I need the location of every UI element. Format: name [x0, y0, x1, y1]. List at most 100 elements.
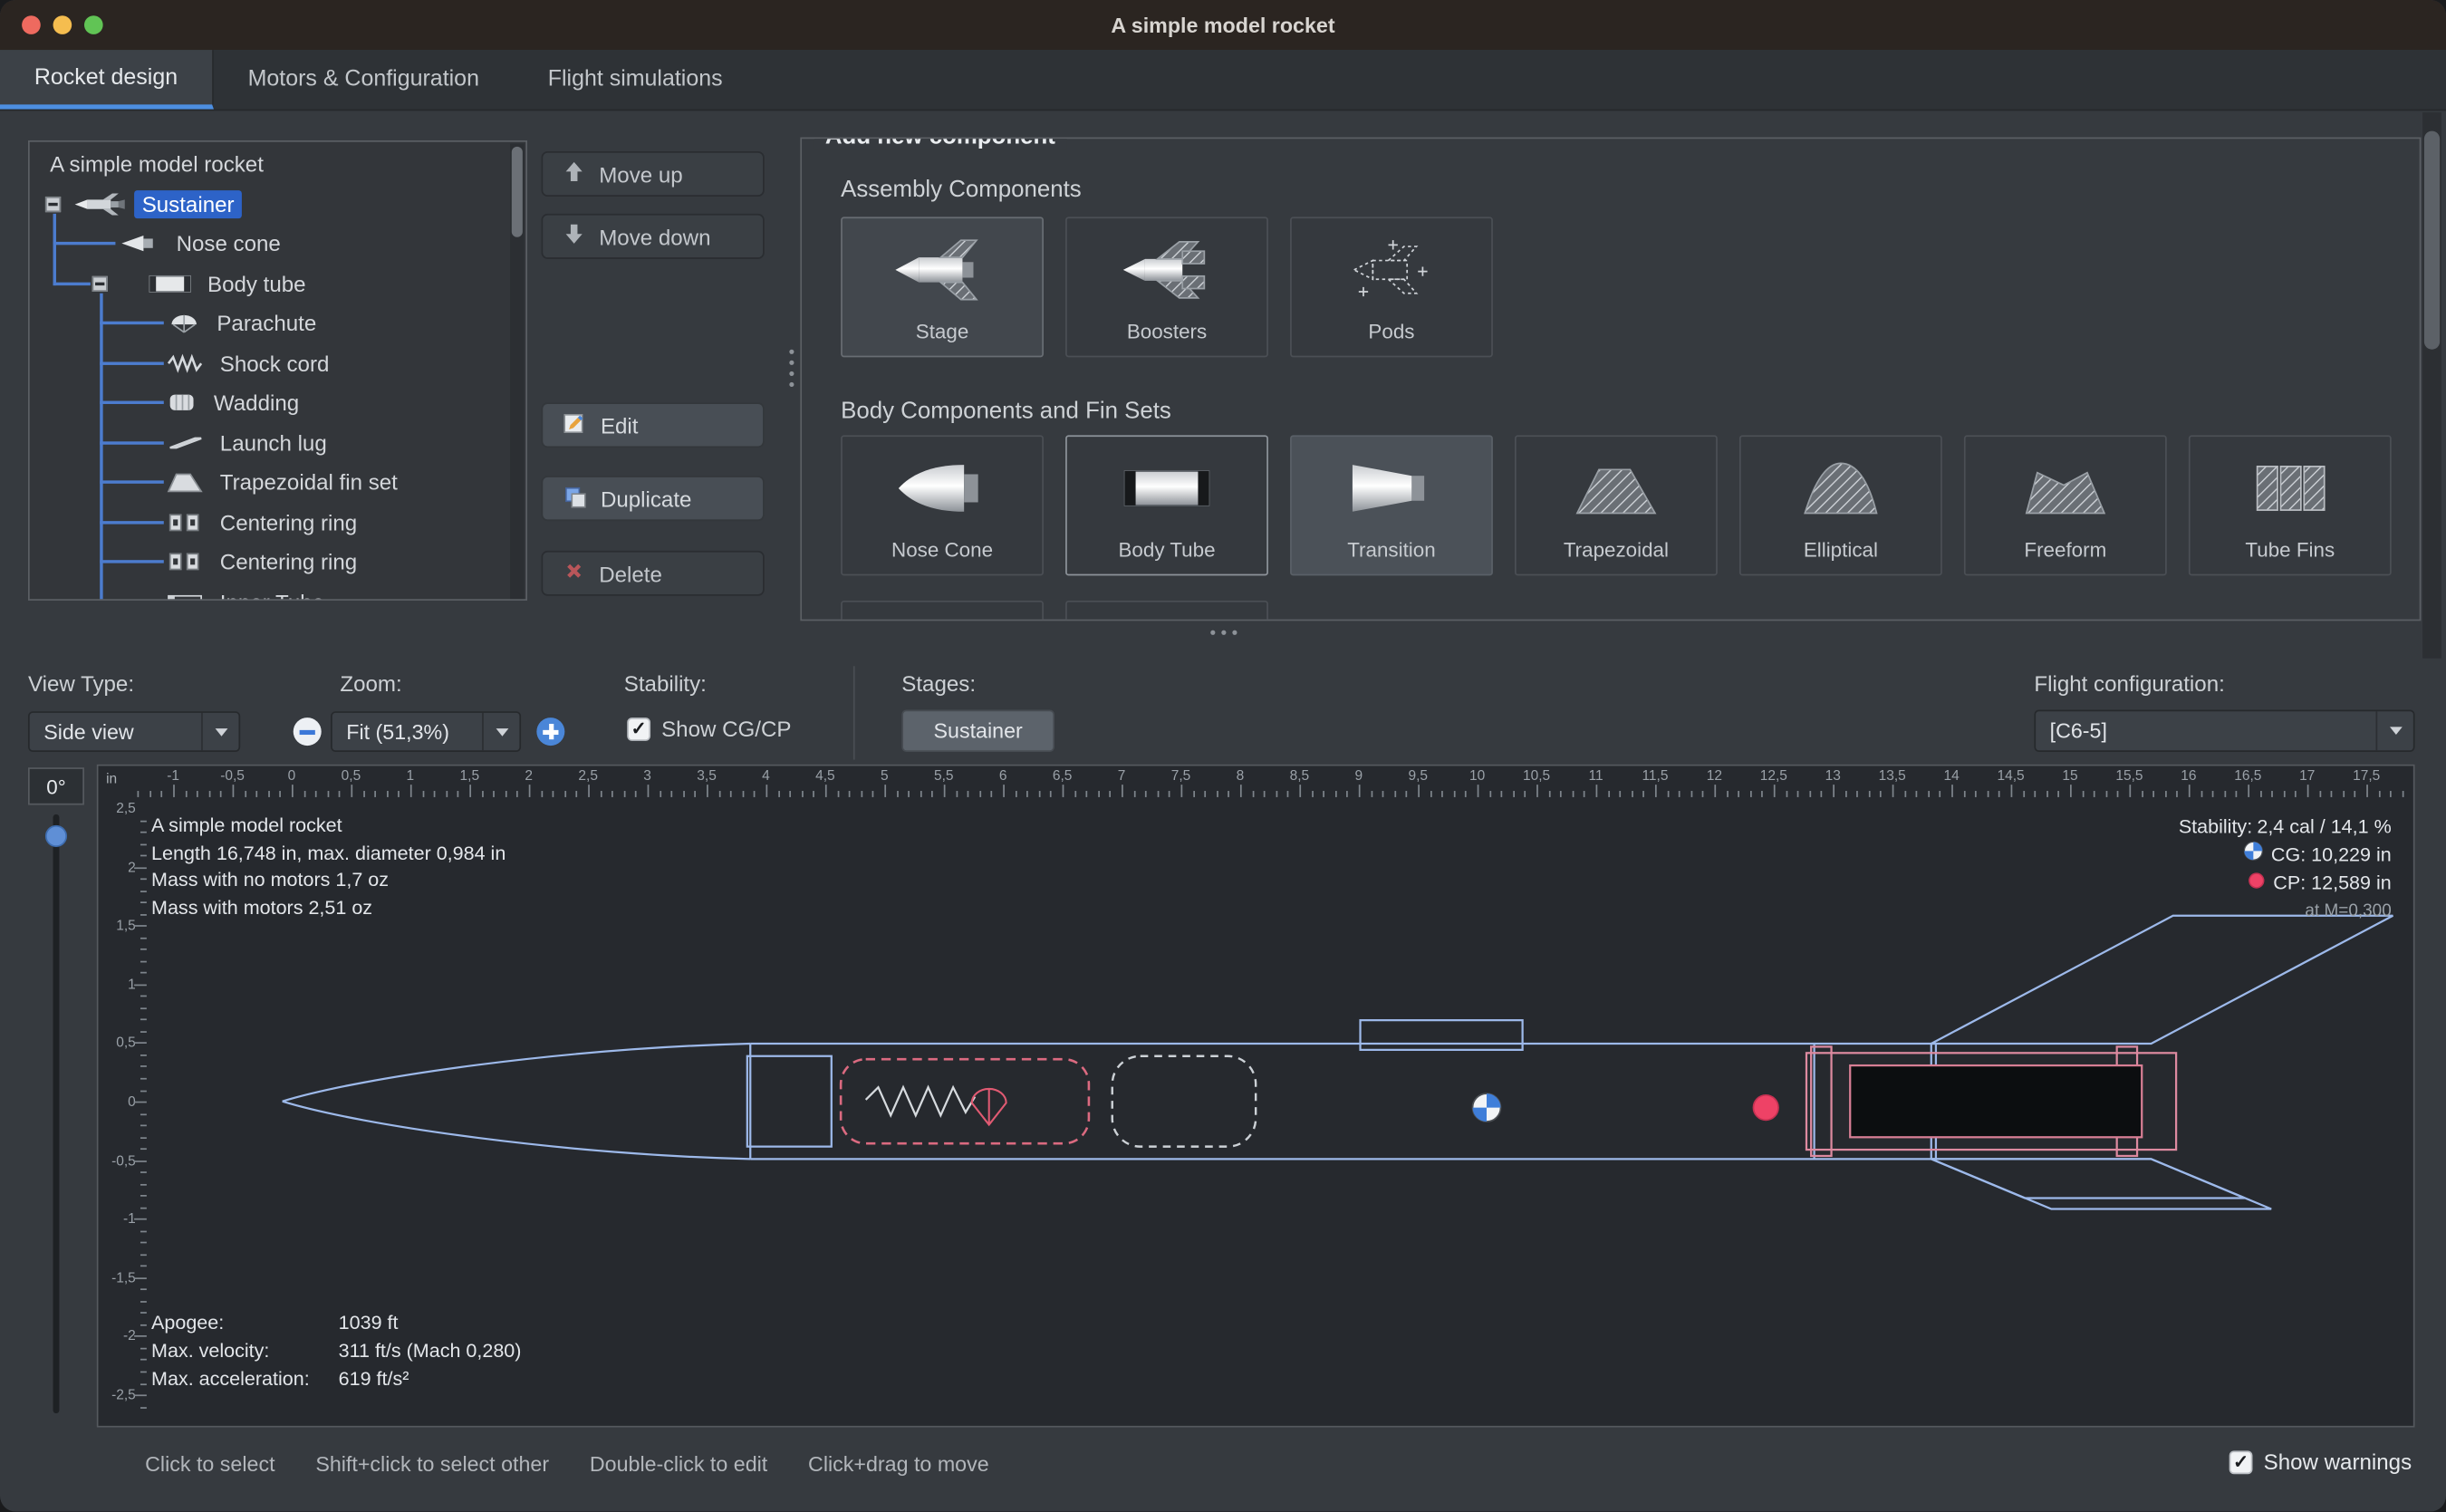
edit-button[interactable]: Edit: [542, 402, 765, 448]
tree-item-wadding[interactable]: Wadding: [30, 384, 527, 421]
delete-button[interactable]: Delete: [542, 551, 765, 596]
wadding-icon: [167, 391, 197, 413]
arrow-up-icon: [563, 160, 585, 187]
tree-item-label: Inner Tube: [212, 588, 332, 601]
apogee-label: Apogee:: [151, 1309, 339, 1337]
tree-item-label: Centering ring: [212, 547, 365, 575]
tree-item-parachute[interactable]: Parachute: [30, 304, 527, 342]
tree-item-centering-ring-1[interactable]: Centering ring: [30, 504, 527, 541]
boosters-label: Boosters: [1127, 320, 1207, 343]
inner-tube-icon: [167, 592, 204, 601]
acceleration-label: Max. acceleration:: [151, 1365, 339, 1393]
add-transition-button[interactable]: Transition: [1290, 435, 1493, 575]
tree-scrollbar[interactable]: [510, 143, 524, 599]
shock-cord-line: [866, 1087, 976, 1115]
trapezoidal-label: Trapezoidal: [1564, 538, 1669, 562]
close-window-button[interactable]: [22, 15, 41, 34]
minimize-window-button[interactable]: [53, 15, 72, 34]
add-nose-cone-button[interactable]: Nose Cone: [841, 435, 1044, 575]
rocket-length: Length 16,748 in, max. diameter 0,984 in: [151, 840, 506, 867]
add-elliptical-fin-button[interactable]: Elliptical: [1739, 435, 1942, 575]
tree-item-label: Centering ring: [212, 508, 365, 536]
add-tube-fins-button[interactable]: Tube Fins: [2189, 435, 2392, 575]
tree-item-sustainer[interactable]: Sustainer: [30, 186, 527, 223]
tree-item-shock-cord[interactable]: Shock cord: [30, 345, 527, 382]
tab-rocket-design[interactable]: Rocket design: [0, 50, 214, 109]
tree-scrollbar-thumb[interactable]: [512, 147, 523, 237]
tab-motors-configuration[interactable]: Motors & Configuration: [214, 50, 514, 109]
titlebar: A simple model rocket: [0, 0, 2446, 50]
tree-item-inner-tube[interactable]: Inner Tube: [30, 583, 527, 601]
pane-scrollbar-thumb[interactable]: [2424, 131, 2440, 350]
hint-double-click: Double-click to edit: [590, 1452, 767, 1476]
cg-value: CG: 10,229 in: [2271, 841, 2392, 869]
bottom-fin-outline-2: [1931, 1159, 2245, 1198]
tree-item-launch-lug[interactable]: Launch lug: [30, 424, 527, 461]
show-warnings-checkbox[interactable]: ✓: [2229, 1450, 2253, 1474]
pane-scrollbar[interactable]: [2422, 112, 2441, 659]
rotation-slider-thumb[interactable]: [45, 825, 67, 847]
nose-shoulder-outline: [747, 1056, 832, 1147]
stage-toggle-sustainer[interactable]: Sustainer: [901, 709, 1054, 751]
move-down-button[interactable]: Move down: [542, 214, 765, 259]
tree-item-root[interactable]: A simple model rocket: [30, 145, 510, 182]
add-trapezoidal-fin-button[interactable]: Trapezoidal: [1515, 435, 1718, 575]
assembly-components-label: Assembly Components: [841, 177, 1082, 203]
flight-stats-overlay: Apogee:1039 ft Max. velocity:311 ft/s (M…: [151, 1309, 521, 1393]
stability-value: 2,4 cal / 14,1 %: [2257, 813, 2391, 841]
rocket-icon: [73, 194, 127, 216]
delete-x-icon: [563, 560, 585, 586]
flight-configuration-dropdown[interactable]: [C6-5]: [2034, 709, 2414, 751]
add-component-panel: Add new component Assembly Components St…: [800, 138, 2421, 621]
transition-label: Transition: [1347, 538, 1435, 562]
add-body-tube-button[interactable]: Body Tube: [1065, 435, 1268, 575]
zoom-dropdown[interactable]: Fit (51,3%): [331, 711, 521, 752]
show-cg-cp-checkbox[interactable]: ✓: [627, 717, 650, 740]
add-stage-button[interactable]: Stage: [841, 217, 1044, 357]
rocket-design-canvas[interactable]: in -1-0,500,511,522,533,544,555,566,577,…: [97, 765, 2415, 1428]
chevron-down-icon: [201, 713, 238, 750]
tree-item-trapezoidal-fin-set[interactable]: Trapezoidal fin set: [30, 463, 527, 500]
view-type-dropdown[interactable]: Side view: [28, 711, 240, 752]
tree-item-label: Launch lug: [212, 429, 334, 457]
tree-item-centering-ring-2[interactable]: Centering ring: [30, 543, 527, 580]
nose-cone-label: Nose Cone: [891, 538, 993, 562]
clipped-component-button[interactable]: [1065, 601, 1268, 621]
tree-item-nose-cone[interactable]: Nose cone: [30, 225, 527, 262]
add-freeform-fin-button[interactable]: Freeform: [1964, 435, 2167, 575]
splitter-handle-horizontal[interactable]: [1210, 631, 1237, 635]
splitter-handle-vertical[interactable]: [789, 350, 794, 387]
add-pods-button[interactable]: Pods: [1290, 217, 1493, 357]
duplicate-button[interactable]: Duplicate: [542, 476, 765, 521]
body-components-label: Body Components and Fin Sets: [841, 398, 1171, 424]
rotation-slider-track[interactable]: [53, 814, 60, 1413]
tree-item-label: Body tube: [199, 270, 313, 298]
zoom-in-button[interactable]: [534, 715, 568, 749]
parachute-outline: [841, 1059, 1089, 1143]
move-up-label: Move up: [599, 161, 682, 187]
tab-flight-simulations[interactable]: Flight simulations: [514, 50, 757, 109]
rocket-mass-empty: Mass with no motors 1,7 oz: [151, 867, 506, 894]
show-cg-cp-label: Show CG/CP: [661, 716, 791, 741]
bottom-fin-outline: [1931, 1159, 2271, 1209]
velocity-label: Max. velocity:: [151, 1337, 339, 1365]
zoom-label: Zoom:: [340, 670, 401, 696]
pods-icon: [1342, 218, 1441, 320]
add-boosters-button[interactable]: Boosters: [1065, 217, 1268, 357]
clipped-component-button[interactable]: [841, 601, 1044, 621]
zoom-out-button[interactable]: [290, 715, 324, 749]
apogee-value: 1039 ft: [339, 1312, 399, 1334]
top-fin-outline: [1931, 916, 2393, 1044]
parachute-icon: [167, 312, 201, 333]
view-type-value: Side view: [30, 713, 201, 750]
component-tree-panel: A simple model rocket Sustainer Nose con…: [28, 140, 527, 601]
application-window: A simple model rocket Rocket design Moto…: [0, 0, 2446, 1512]
tube-fins-label: Tube Fins: [2245, 538, 2335, 562]
mach-note: at M=0,300: [2305, 897, 2391, 925]
launch-lug-icon: [167, 432, 204, 454]
wadding-outline: [1112, 1056, 1256, 1147]
tree-item-body-tube[interactable]: Body tube: [30, 265, 527, 303]
move-up-button[interactable]: Move up: [542, 151, 765, 197]
cp-value: CP: 12,589 in: [2273, 869, 2391, 897]
zoom-window-button[interactable]: [84, 15, 103, 34]
